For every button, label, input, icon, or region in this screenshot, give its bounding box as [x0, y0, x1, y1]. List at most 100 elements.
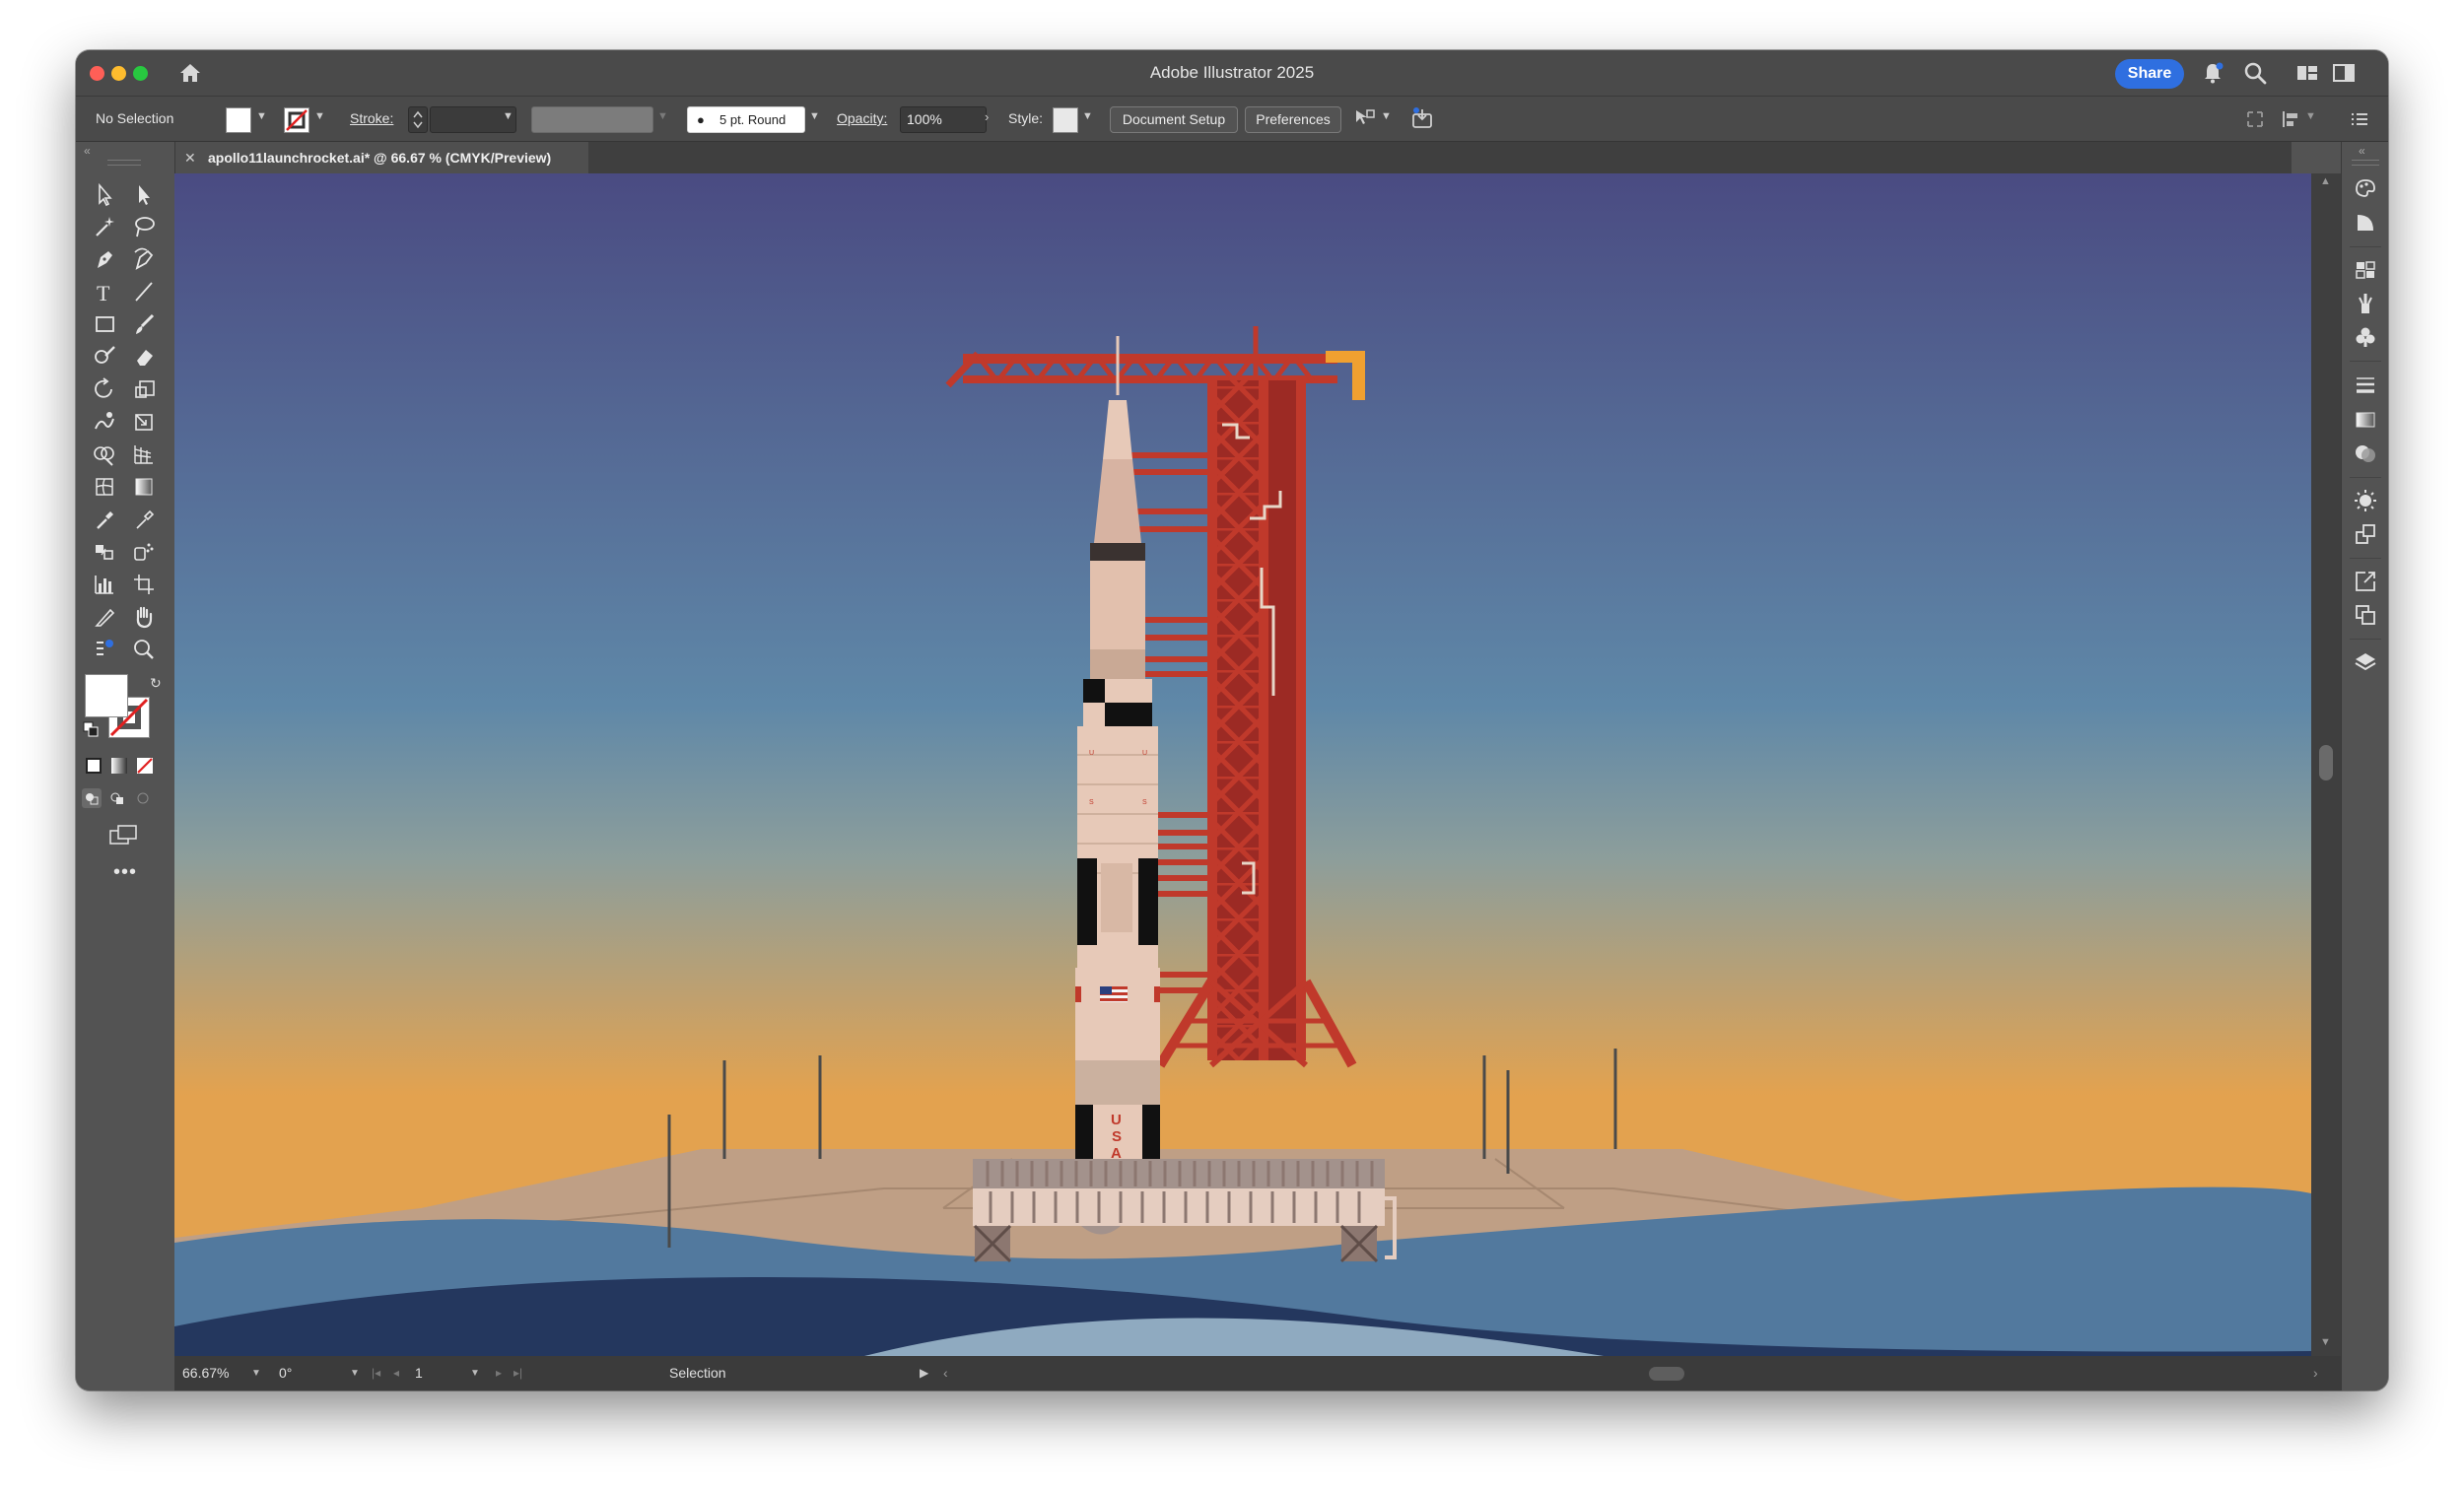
bell-icon[interactable]	[2200, 60, 2225, 86]
brush-definition-field[interactable]: ● 5 pt. Round	[687, 106, 805, 133]
blend-tool-icon[interactable]	[88, 537, 121, 567]
panels-icon[interactable]	[2331, 60, 2357, 86]
column-graph-tool-icon[interactable]	[88, 570, 121, 599]
graphic-styles-icon[interactable]	[2352, 520, 2379, 548]
brushes-icon[interactable]	[2352, 290, 2379, 317]
direct-selection-tool-icon[interactable]	[127, 179, 161, 209]
arrange-documents-icon[interactable]	[2244, 108, 2266, 130]
magic-wand-tool-icon[interactable]	[88, 212, 121, 241]
vertical-scroll-thumb[interactable]	[2319, 745, 2333, 780]
rectangle-tool-icon[interactable]	[88, 309, 121, 339]
artboard-number[interactable]: 1	[415, 1356, 423, 1390]
artboard-chevron-icon[interactable]: ▼	[470, 1356, 480, 1390]
scroll-left-icon[interactable]: ‹	[943, 1356, 948, 1390]
stroke-swatch[interactable]	[284, 107, 309, 133]
scroll-up-icon[interactable]: ▲	[2320, 175, 2331, 187]
fill-dropdown-chevron-icon[interactable]: ▼	[256, 110, 267, 122]
first-artboard-icon[interactable]: |◂	[372, 1356, 380, 1390]
select-similar-chevron-icon[interactable]: ▼	[1381, 110, 1392, 122]
fill-color-box-front[interactable]	[85, 674, 128, 717]
measure-tool-icon[interactable]	[127, 505, 161, 534]
eraser-tool-icon[interactable]	[127, 342, 161, 372]
opacity-arrow-icon[interactable]: ›	[985, 109, 989, 124]
toolbar-edit-icon[interactable]	[88, 635, 121, 664]
draw-normal-icon[interactable]	[82, 788, 102, 808]
swap-fill-stroke-icon[interactable]: ↻	[150, 675, 162, 692]
artboard-tool-icon[interactable]	[127, 570, 161, 599]
zoom-tool-icon[interactable]	[127, 635, 161, 664]
color-panel-icon[interactable]	[2352, 173, 2379, 201]
rotation-value[interactable]: 0°	[279, 1356, 292, 1390]
profile-chevron-icon[interactable]: ▼	[657, 110, 668, 122]
symbol-sprayer-tool-icon[interactable]	[127, 537, 161, 567]
pen-tool-icon[interactable]	[88, 244, 121, 274]
gradient-panel-icon[interactable]	[2352, 406, 2379, 434]
transparency-icon[interactable]	[2352, 440, 2379, 467]
free-transform-tool-icon[interactable]	[127, 407, 161, 437]
status-menu-arrow-icon[interactable]: ▶	[920, 1356, 928, 1390]
collapse-toolbar-icon[interactable]: «	[84, 144, 91, 158]
appearance-icon[interactable]	[2352, 487, 2379, 514]
slice-tool-icon[interactable]	[88, 602, 121, 632]
previous-artboard-icon[interactable]: ◂	[393, 1356, 399, 1390]
collapse-dock-icon[interactable]: «	[2359, 144, 2365, 158]
artboards-panel-icon[interactable]	[2352, 601, 2379, 629]
mesh-tool-icon[interactable]	[88, 472, 121, 502]
warp-tool-icon[interactable]	[88, 407, 121, 437]
workspace-icon[interactable]	[2294, 60, 2320, 86]
horizontal-scroll-thumb[interactable]	[1649, 1367, 1684, 1381]
perspective-grid-tool-icon[interactable]	[127, 440, 161, 469]
lasso-tool-icon[interactable]	[127, 212, 161, 241]
rotate-tool-icon[interactable]	[88, 374, 121, 404]
align-chevron-icon[interactable]: ▼	[2305, 110, 2316, 122]
color-guide-icon[interactable]	[2352, 209, 2379, 237]
eyedropper-tool-icon[interactable]	[88, 505, 121, 534]
layers-icon[interactable]	[2352, 648, 2379, 676]
none-mode-icon[interactable]	[137, 758, 153, 774]
type-tool-icon[interactable]: T	[88, 277, 121, 306]
default-fill-stroke-icon[interactable]	[83, 721, 99, 737]
stroke-panel-icon[interactable]	[2352, 371, 2379, 398]
style-chevron-icon[interactable]: ▼	[1082, 110, 1093, 122]
draw-behind-icon[interactable]	[107, 788, 127, 808]
graphic-style-swatch[interactable]	[1053, 107, 1078, 133]
share-button[interactable]: Share	[2115, 59, 2184, 89]
scroll-down-icon[interactable]: ▼	[2320, 1336, 2331, 1348]
fill-swatch[interactable]	[226, 107, 251, 133]
close-tab-icon[interactable]: ✕	[184, 142, 196, 173]
last-artboard-icon[interactable]: ▸|	[513, 1356, 522, 1390]
artboard-canvas[interactable]: U S U S U S A	[174, 173, 2311, 1356]
paintbrush-tool-icon[interactable]	[127, 309, 161, 339]
toolbar-grip[interactable]	[107, 160, 141, 166]
selection-tool-icon[interactable]	[88, 179, 121, 209]
next-artboard-icon[interactable]: ▸	[496, 1356, 502, 1390]
opacity-label[interactable]: Opacity:	[837, 97, 887, 141]
line-segment-tool-icon[interactable]	[127, 277, 161, 306]
scroll-right-icon[interactable]: ›	[2313, 1356, 2318, 1390]
color-mode-icon[interactable]	[86, 758, 102, 774]
asset-export-icon[interactable]	[2352, 568, 2379, 595]
gradient-mode-icon[interactable]	[111, 758, 127, 774]
search-icon[interactable]	[2242, 60, 2268, 86]
stroke-weight-chevron-icon[interactable]: ▼	[503, 110, 513, 122]
document-tab[interactable]: ✕ apollo11launchrocket.ai* @ 66.67 % (CM…	[174, 142, 588, 173]
dock-grip[interactable]	[2352, 160, 2379, 166]
vertical-scrollbar[interactable]: ▲ ▼	[2311, 173, 2341, 1356]
variable-width-profile[interactable]	[531, 106, 653, 133]
document-setup-button[interactable]: Document Setup	[1110, 106, 1238, 133]
curvature-tool-icon[interactable]	[127, 244, 161, 274]
zoom-level[interactable]: 66.67%	[182, 1356, 229, 1390]
stroke-weight-stepper[interactable]	[408, 106, 428, 133]
swatches-icon[interactable]	[2352, 256, 2379, 284]
scale-tool-icon[interactable]	[127, 374, 161, 404]
brush-chevron-icon[interactable]: ▼	[809, 110, 820, 122]
opacity-input[interactable]: 100%	[900, 106, 987, 133]
panel-menu-icon[interactable]	[2349, 108, 2370, 130]
stroke-dropdown-chevron-icon[interactable]: ▼	[314, 110, 325, 122]
change-screen-mode-icon[interactable]	[108, 824, 138, 846]
shape-builder-tool-icon[interactable]	[88, 440, 121, 469]
symbols-icon[interactable]	[2352, 323, 2379, 351]
draw-inside-icon[interactable]	[133, 788, 153, 808]
align-icon[interactable]	[2280, 108, 2301, 130]
rotation-chevron-icon[interactable]: ▼	[350, 1356, 360, 1390]
